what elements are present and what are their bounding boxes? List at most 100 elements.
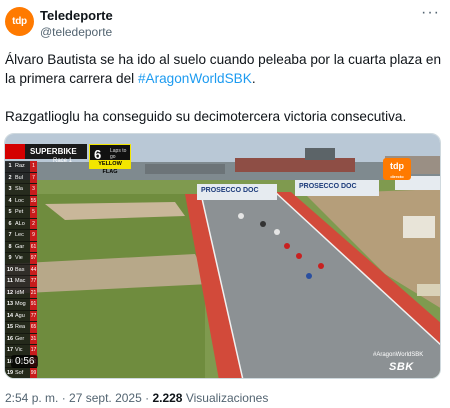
bike-marker [306,273,312,279]
yellow-flag-badge: YELLOW FLAG [90,160,130,175]
standing-row: 6 ALo 2 [5,218,37,230]
channel-logo-text: tdp [390,161,404,171]
standing-pos: 2 [8,174,12,181]
standing-code: Mog [15,301,26,308]
sbk-watermark-logo: SBK [389,361,414,373]
views-count: 2.228 [152,391,183,405]
tweet-date[interactable]: 27 sept. 2025 [69,391,142,405]
standing-pos: 1 [8,163,12,170]
standing-num: 1 [30,161,37,172]
laps-to-go: 6 Laps to go YELLOW FLAG [89,144,131,175]
views-label: Visualizaciones [182,391,269,405]
standing-row: 5 Pet 5 [5,207,37,219]
standing-pos: 17 [6,347,14,354]
tweet-header: tdp Teledeporte @teledeporte ··· [0,0,450,42]
standing-num: 21 [30,287,37,298]
standing-code: Sla [15,186,23,193]
bike-marker [238,213,244,219]
standing-pos: 15 [6,324,14,331]
bike-marker [318,263,324,269]
standing-num: 31 [30,333,37,344]
channel-sub-text: directo [390,174,404,179]
standing-row: 14 Agu 77 [5,310,37,322]
tweet-paragraph-2: Razgatlioglu ha conseguido su decimoterc… [5,109,407,124]
series-label-text: SUPERBIKE [30,147,77,156]
standing-code: Pet [15,209,24,216]
standing-row: 8 Gar 61 [5,241,37,253]
standing-row: 9 Vie 97 [5,253,37,265]
standing-pos: 16 [6,335,14,342]
standings-tower: 1 Raz 1 2 Bul 7 3 Sla 3 4 Loc 55 5 Pet 5 6 ALo 2 7 Lec 9 8 Gar… [5,161,37,378]
standing-code: IdM [15,289,25,296]
standing-num: 61 [30,241,37,252]
bike-marker [260,221,266,227]
standing-pos: 11 [7,278,13,285]
channel-logo: tdp directo [383,158,411,180]
hashtag-link[interactable]: #AragonWorldSBK [138,71,252,86]
standing-code: Sof [15,370,24,377]
watermark-hashtag: #AragonWorldSBK [373,352,424,358]
tweet-paragraph-1: Álvaro Bautista se ha ido al suelo cuand… [5,50,445,88]
standing-row: 1 Raz 1 [5,161,37,173]
standing-num: 55 [30,195,37,206]
video-player[interactable]: SUPERBIKE Race 1 6 Laps to go YELLOW FLA… [4,133,441,379]
standing-row: 11 Mac 77 [5,276,37,288]
standing-pos: 19 [6,370,14,377]
standing-num: 9 [30,230,37,241]
standing-num: 17 [30,345,37,356]
standing-row: 16 Ger 31 [5,333,37,345]
meta-separator: · [58,391,70,405]
series-label: SUPERBIKE [5,144,87,159]
standing-row: 19 Sof 99 [5,368,37,378]
meta-separator: · [141,391,153,405]
standing-code: Bas [15,266,25,273]
standing-num: 99 [30,368,37,378]
standing-num: 44 [30,264,37,275]
standing-num: 5 [30,207,37,218]
standing-code: Lec [15,232,24,239]
author-handle[interactable]: @teledeporte [40,25,112,39]
standing-pos: 3 [8,186,12,193]
video-frame [5,134,440,378]
standing-pos: 7 [8,232,12,239]
video-duration: 0:56 [11,355,39,368]
author-name[interactable]: Teledeporte [40,8,113,23]
standing-code: Loc [15,197,24,204]
standing-row: 4 Loc 55 [5,195,37,207]
standing-code: Vie [15,255,23,262]
standing-row: 12 IdM 21 [5,287,37,299]
standing-pos: 13 [6,301,14,308]
bike-marker [296,253,302,259]
standing-num: 2 [30,218,37,229]
standing-code: Agu [15,312,25,319]
standing-pos: 9 [8,255,12,262]
tweet-time[interactable]: 2:54 p. m. [5,391,58,405]
standing-pos: 12 [6,289,14,296]
standing-code: ALo [15,220,25,227]
bike-marker [274,229,280,235]
standing-num: 7 [30,172,37,183]
standing-code: Gar [15,243,25,250]
standing-row: 13 Mog 91 [5,299,37,311]
standing-code: Raz [15,163,25,170]
sponsor-banner: PROSECCO DOC [201,187,259,194]
tweet-meta: 2:54 p. m. · 27 sept. 2025 · 2.228 Visua… [5,391,268,405]
standing-pos: 8 [8,243,12,250]
standing-num: 77 [30,276,37,287]
bike-marker [284,243,290,249]
standing-row: 10 Bas 44 [5,264,37,276]
standing-num: 65 [30,322,37,333]
standing-code: Mac [15,278,26,285]
standing-num: 77 [30,310,37,321]
tweet-line-1-end: . [251,71,256,86]
more-horizontal-icon[interactable]: ··· [421,4,440,22]
standing-row: 7 Lec 9 [5,230,37,242]
standing-pos: 4 [8,197,12,204]
sponsor-banner: PROSECCO DOC [299,183,357,190]
avatar[interactable]: tdp [5,7,34,36]
standing-code: Bul [15,174,23,181]
laps-label: Laps to go [110,148,127,160]
standing-code: Ger [15,335,25,342]
race-label: Race 1 [53,158,73,164]
standing-pos: 14 [6,312,14,319]
